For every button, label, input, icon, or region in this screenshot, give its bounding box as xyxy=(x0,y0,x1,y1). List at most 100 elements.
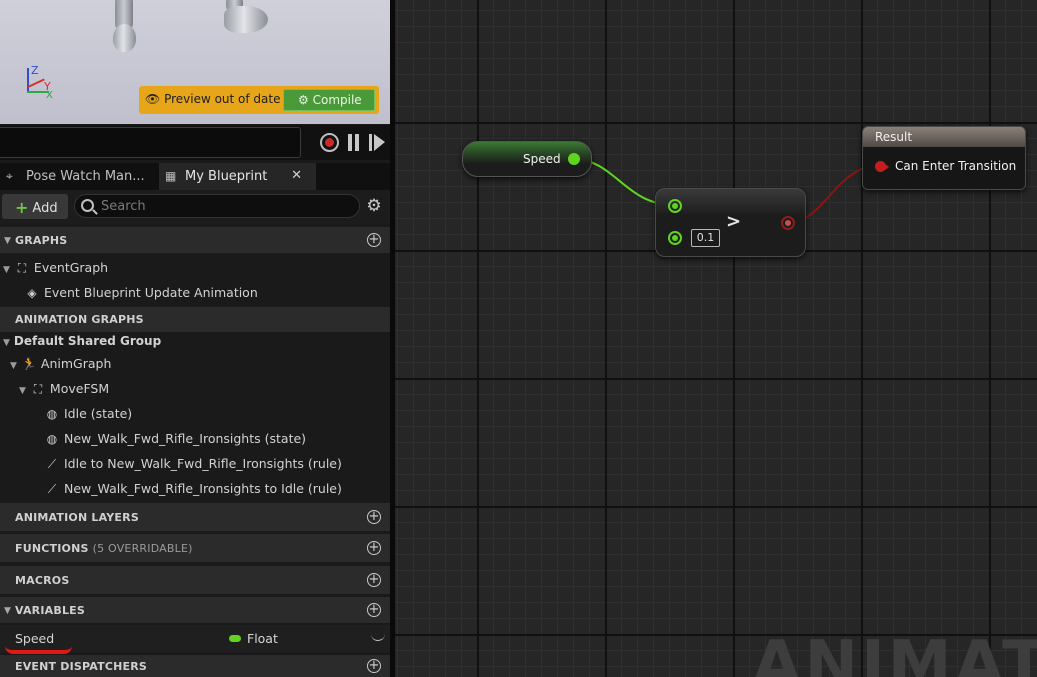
visibility-closed-eye-icon[interactable] xyxy=(371,634,385,641)
my-blueprint-toolbar: +Add ⚙ xyxy=(0,190,390,224)
tree-item-rule-walk-to-idle[interactable]: ⟋ New_Walk_Fwd_Rifle_Ironsights to Idle (… xyxy=(44,481,342,497)
settings-gear-icon[interactable]: ⚙ xyxy=(365,197,383,215)
add-macro-icon[interactable]: + xyxy=(367,573,381,587)
add-function-icon[interactable]: + xyxy=(367,541,381,555)
section-event-dispatchers-label: EVENT DISPATCHERS xyxy=(15,660,148,673)
compile-label: Compile xyxy=(312,93,362,107)
wire-layer xyxy=(572,158,883,224)
add-variable-icon[interactable]: + xyxy=(367,603,381,617)
preview-viewport[interactable]: Z Y X 👁 Preview out of date ⚙ Compile xyxy=(0,0,390,124)
state-machine-icon: ⛶ xyxy=(33,382,43,396)
tab-label: Pose Watch Man... xyxy=(26,169,145,184)
tree-label: AnimGraph xyxy=(40,356,112,371)
search-box[interactable] xyxy=(74,194,360,218)
pose-watch-icon: ⌖ xyxy=(6,169,13,183)
section-variables[interactable]: ▼ VARIABLES + xyxy=(0,597,390,623)
state-icon: ◍ xyxy=(46,407,58,421)
running-person-icon: 🏃 xyxy=(21,357,37,371)
search-input[interactable] xyxy=(101,197,351,215)
tree-item-event-update-animation[interactable]: ◈ Event Blueprint Update Animation xyxy=(24,285,258,300)
preview-warning: 👁 Preview out of date xyxy=(145,92,281,106)
greater-than-node[interactable]: 0.1 > xyxy=(655,188,806,257)
can-enter-transition-pin[interactable] xyxy=(875,161,889,172)
transition-rule-icon: ⟋ xyxy=(47,457,57,471)
eye-icon: 👁 xyxy=(145,92,161,106)
section-event-dispatchers[interactable]: EVENT DISPATCHERS + xyxy=(0,655,390,677)
tree-label: Idle to New_Walk_Fwd_Rifle_Ironsights (r… xyxy=(64,456,342,471)
tree-item-move-fsm[interactable]: ▼ ⛶ MoveFSM xyxy=(19,381,109,397)
tree-label: Default Shared Group xyxy=(13,334,162,348)
pause-button[interactable] xyxy=(347,134,361,151)
functions-title: FUNCTIONS xyxy=(15,542,89,555)
close-icon[interactable]: ✕ xyxy=(291,168,302,183)
tree-label: Event Blueprint Update Animation xyxy=(44,285,258,300)
section-graphs[interactable]: ▼ GRAPHS + xyxy=(0,227,390,253)
graph-icon: ⛶ xyxy=(17,261,27,275)
tree-label: New_Walk_Fwd_Rifle_Ironsights to Idle (r… xyxy=(64,481,342,496)
bool-output-pin[interactable] xyxy=(781,216,795,230)
tab-my-blueprint[interactable]: ▦ My Blueprint ✕ xyxy=(159,163,316,190)
event-icon: ◈ xyxy=(27,286,37,300)
result-title: Result xyxy=(875,130,913,144)
can-enter-transition-label: Can Enter Transition xyxy=(895,159,1017,173)
add-label: Add xyxy=(32,201,58,216)
functions-overridable-count: (5 OVERRIDABLE) xyxy=(92,542,193,555)
tree-label: Idle (state) xyxy=(64,406,133,421)
tree-item-default-shared-group[interactable]: ▼ Default Shared Group xyxy=(3,334,161,348)
section-functions[interactable]: FUNCTIONS (5 OVERRIDABLE) + xyxy=(0,534,390,562)
collapse-triangle-icon: ▼ xyxy=(3,338,10,348)
compile-button[interactable]: ⚙ Compile xyxy=(283,89,375,111)
input-pin-a[interactable] xyxy=(668,199,682,213)
preview-warning-text: Preview out of date xyxy=(164,92,281,106)
section-animation-graphs[interactable]: ANIMATION GRAPHS xyxy=(0,307,390,332)
tree-item-idle-state[interactable]: ◍ Idle (state) xyxy=(44,406,132,421)
input-pin-b[interactable] xyxy=(668,231,682,245)
left-panel: Z Y X 👁 Preview out of date ⚙ Compile ⌖ P… xyxy=(0,0,390,677)
collapse-triangle-icon: ▼ xyxy=(4,606,12,616)
preview-warning-bar: 👁 Preview out of date ⚙ Compile xyxy=(139,86,379,114)
graph-editor[interactable]: ANIMATION Speed 0.1 > Result Can Enter T… xyxy=(395,0,1037,677)
tree-item-anim-graph[interactable]: ▼ 🏃 AnimGraph xyxy=(10,356,111,371)
variable-name: Speed xyxy=(15,631,55,646)
variable-type[interactable]: Float xyxy=(247,631,278,646)
speed-getter-node[interactable]: Speed xyxy=(462,141,592,177)
add-layer-icon[interactable]: + xyxy=(367,510,381,524)
tab-pose-watch-manager[interactable]: ⌖ Pose Watch Man... xyxy=(0,163,156,190)
speed-node-label: Speed xyxy=(523,152,561,166)
speed-output-pin[interactable] xyxy=(568,153,580,165)
transition-rule-icon: ⟋ xyxy=(47,482,57,496)
character-shoe-right xyxy=(224,6,268,33)
add-event-dispatcher-icon[interactable]: + xyxy=(367,659,381,673)
tree-label: EventGraph xyxy=(33,260,109,275)
tree-item-event-graph[interactable]: ▼ ⛶ EventGraph xyxy=(3,260,108,276)
character-shoe-left xyxy=(113,24,136,52)
tree-item-walk-state[interactable]: ◍ New_Walk_Fwd_Rifle_Ironsights (state) xyxy=(44,431,306,446)
tree-item-rule-idle-to-walk[interactable]: ⟋ Idle to New_Walk_Fwd_Rifle_Ironsights (… xyxy=(44,456,342,472)
plus-icon: + xyxy=(15,198,29,217)
record-button[interactable] xyxy=(320,133,339,152)
result-node[interactable]: Result Can Enter Transition xyxy=(862,126,1026,190)
section-animation-graphs-label: ANIMATION GRAPHS xyxy=(15,313,144,326)
collapse-triangle-icon: ▼ xyxy=(19,386,26,396)
state-icon: ◍ xyxy=(46,432,58,446)
float-type-pill-icon xyxy=(229,635,241,642)
gear-icon: ⚙ xyxy=(298,93,309,107)
add-button[interactable]: + Add xyxy=(2,194,68,219)
red-annotation-underline xyxy=(5,646,72,654)
collapse-triangle-icon: ▼ xyxy=(10,361,17,371)
compare-operator: > xyxy=(726,211,742,232)
step-button[interactable] xyxy=(369,134,387,151)
section-macros-label: MACROS xyxy=(15,574,70,587)
section-animation-layers[interactable]: ANIMATION LAYERS + xyxy=(0,503,390,531)
section-graphs-label: GRAPHS xyxy=(15,234,68,247)
debug-object-field[interactable] xyxy=(0,127,301,158)
collapse-triangle-icon: ▼ xyxy=(3,265,10,275)
tree-label: MoveFSM xyxy=(49,381,110,396)
search-icon xyxy=(81,199,94,212)
compare-literal-field[interactable]: 0.1 xyxy=(691,229,720,247)
axis-z-label: Z xyxy=(31,64,39,77)
blueprint-icon: ▦ xyxy=(165,169,177,183)
panel-tabs: ⌖ Pose Watch Man... ▦ My Blueprint ✕ xyxy=(0,163,390,190)
section-macros[interactable]: MACROS + xyxy=(0,566,390,594)
add-graph-icon[interactable]: + xyxy=(367,233,381,247)
